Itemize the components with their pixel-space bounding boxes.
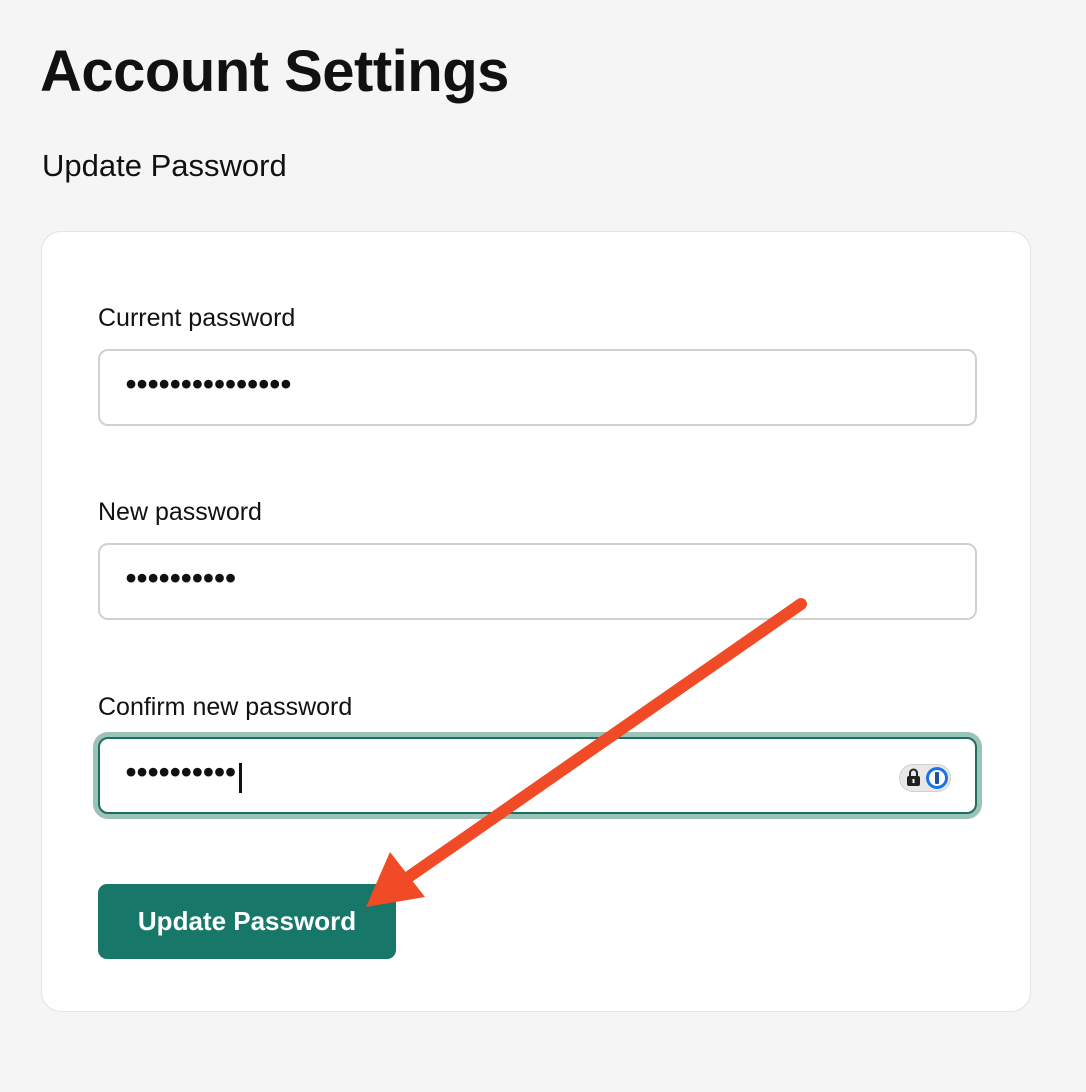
current-password-input[interactable]: ••••••••••••••• [98,349,977,426]
new-password-value: •••••••••• [122,562,240,597]
current-password-label: Current password [98,304,296,332]
new-password-label: New password [98,498,262,526]
text-caret [239,763,242,793]
section-title: Update Password [42,148,287,183]
new-password-input[interactable]: •••••••••• [98,543,977,620]
confirm-password-value: •••••••••• [122,756,240,791]
password-manager-icon [926,767,948,789]
update-password-button[interactable]: Update Password [98,884,396,959]
password-manager-button[interactable] [899,764,951,792]
page-title: Account Settings [40,39,509,104]
password-card: Current password ••••••••••••••• New pas… [41,231,1031,1012]
confirm-password-label: Confirm new password [98,693,353,721]
confirm-password-input[interactable]: •••••••••• [98,737,977,814]
lock-icon [907,768,920,786]
current-password-value: ••••••••••••••• [122,368,295,403]
